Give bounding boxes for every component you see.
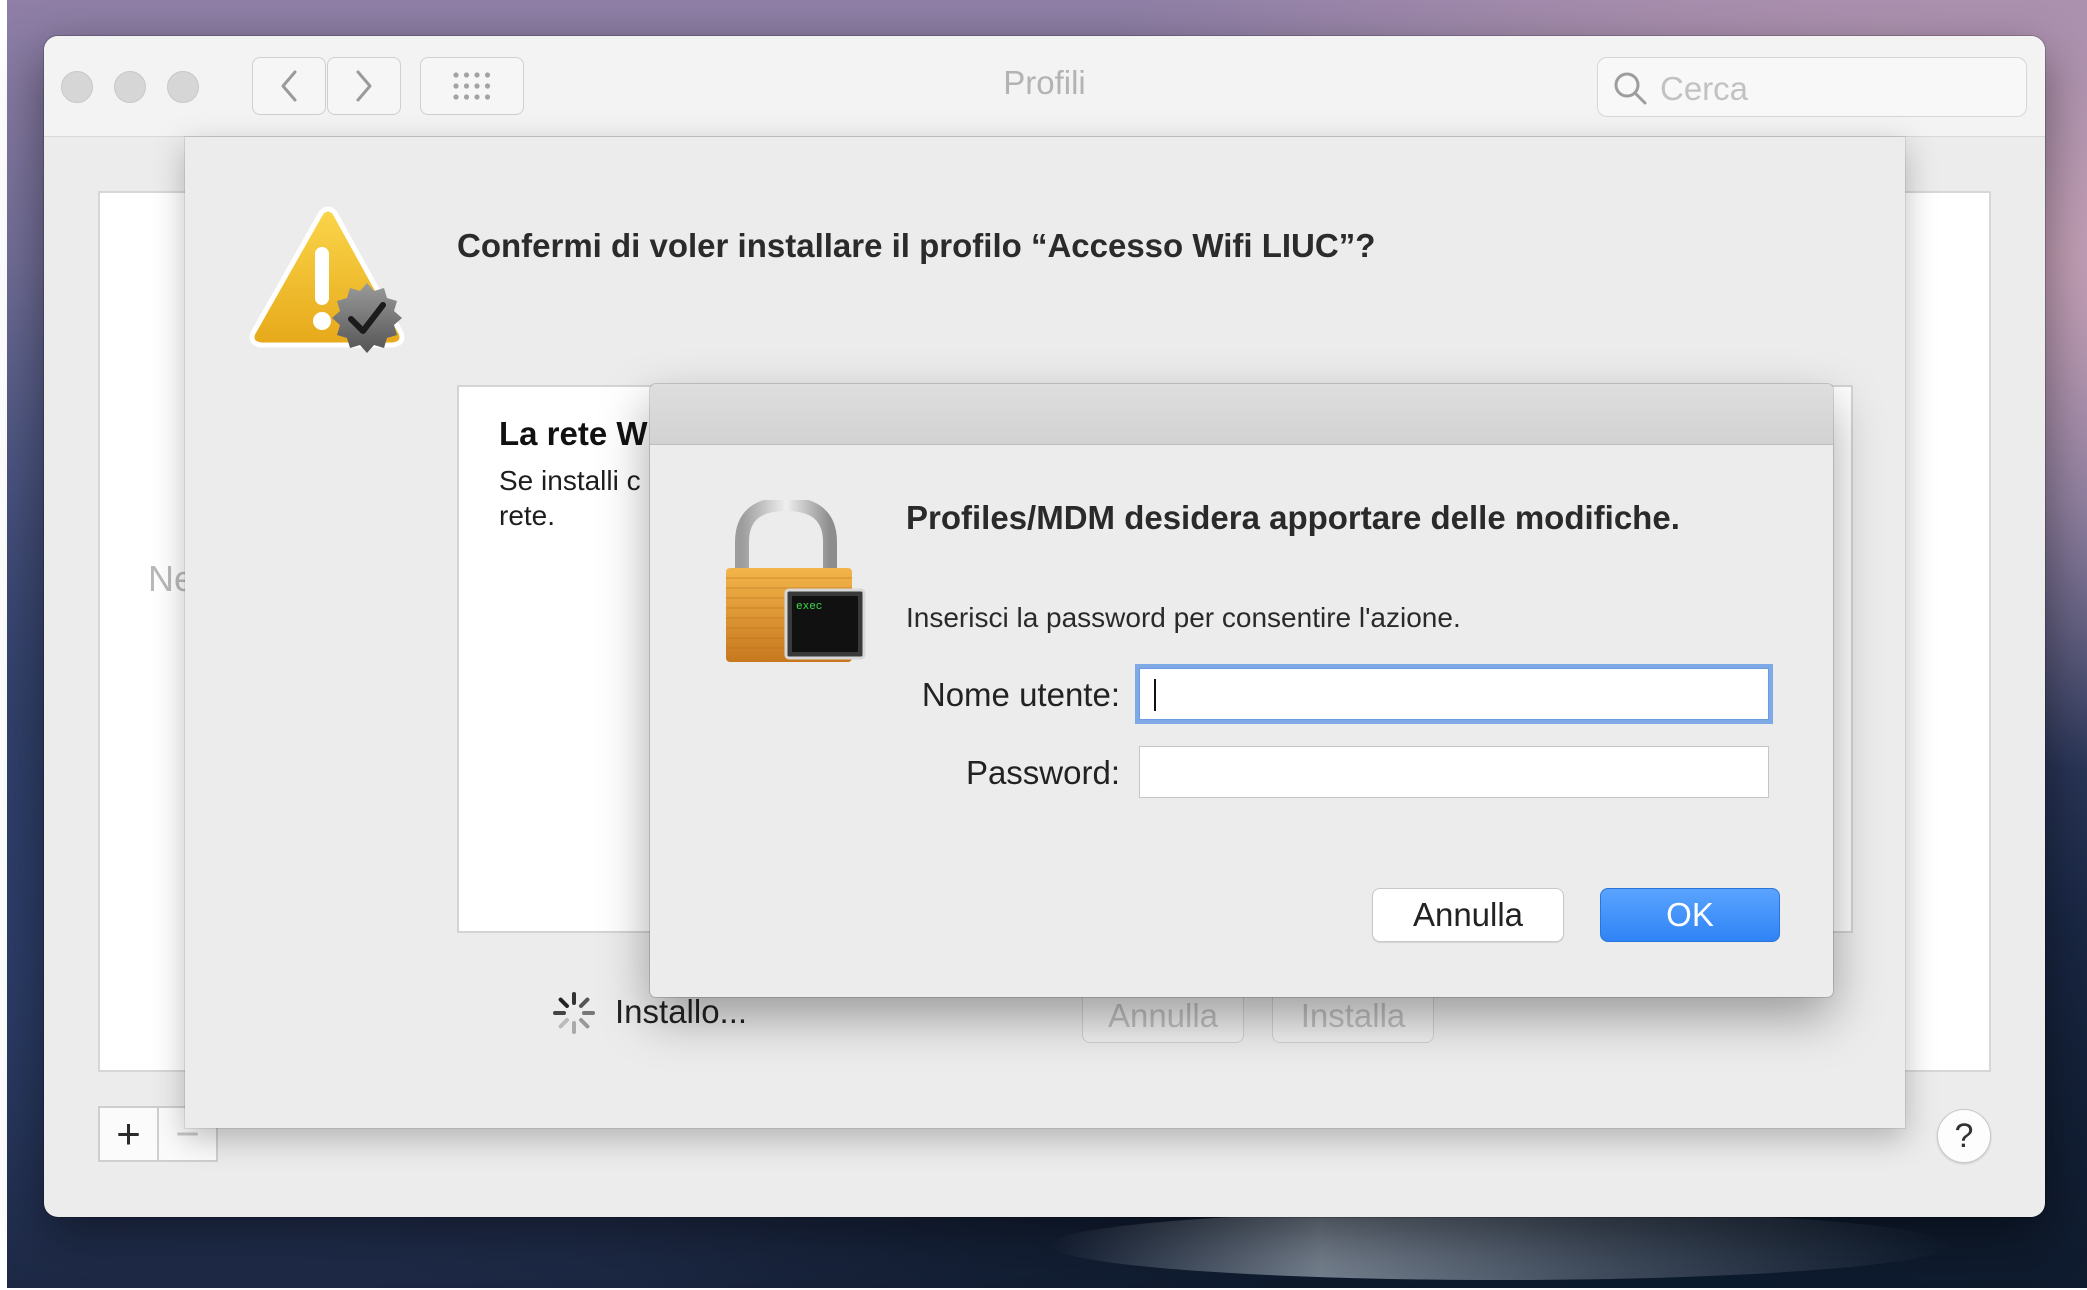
profile-heading: La rete W [499,415,648,452]
toolbar: Profili Cerca [44,36,2045,137]
dialog-cancel-button[interactable]: Annulla [1372,888,1564,942]
profile-description-line: Se installi c [499,465,641,496]
lock-icon: exec [726,500,866,662]
ok-button[interactable]: OK [1600,888,1780,942]
spinner-icon [553,992,595,1034]
search-field[interactable]: Cerca [1597,57,2027,117]
help-button[interactable]: ? [1937,1109,1991,1163]
username-field[interactable] [1139,668,1769,720]
profile-description: Se installi c rete. [499,463,659,533]
profile-description-line: rete. [499,500,556,531]
search-icon [1614,72,1647,105]
installing-status: Installo... [615,993,748,1030]
dialog-title: Profiles/MDM desidera apportare delle mo… [906,499,1680,536]
wallpaper-border [0,0,7,1290]
dialog-message: Inserisci la password per consentire l'a… [906,602,1461,633]
install-question: Confermi di voler installare il profilo … [457,227,1376,264]
warning-certificate-icon [249,206,405,353]
text-caret [1154,679,1156,711]
lock-badge-text: exec [796,601,822,613]
add-profile-button[interactable]: + [100,1108,157,1160]
password-label: Password: [965,754,1120,791]
search-placeholder: Cerca [1660,70,1749,107]
install-button[interactable]: Installa [1272,989,1434,1043]
wallpaper-coastline [1050,1210,1950,1280]
authentication-dialog: exec Profiles/MDM desidera apportare del… [650,384,1833,997]
sheet-cancel-button[interactable]: Annulla [1082,989,1244,1043]
dialog-titlebar [650,384,1833,445]
password-field[interactable] [1139,746,1769,798]
username-label: Nome utente: [921,676,1120,713]
